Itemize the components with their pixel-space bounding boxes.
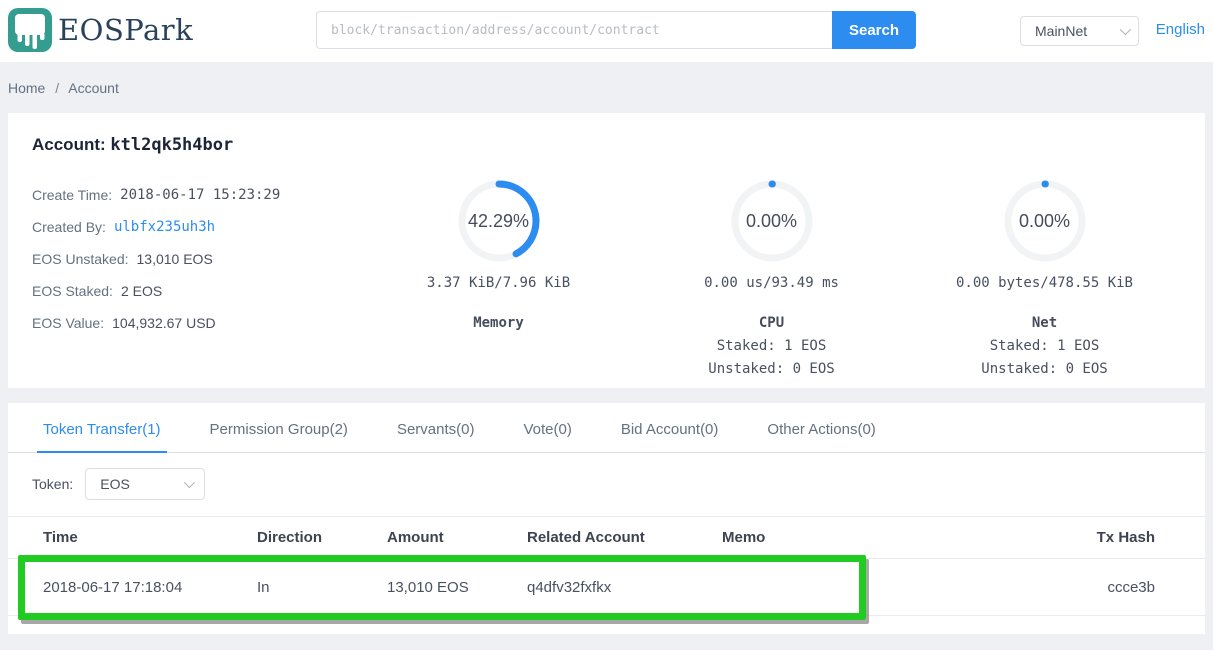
col-tx-hash: Tx Hash xyxy=(1035,516,1205,559)
tab-vote[interactable]: Vote(0) xyxy=(523,421,571,452)
net-percent: 0.00% xyxy=(1018,210,1071,231)
top-header: EOSPark Search MainNet English xyxy=(0,0,1213,62)
cell-direction: In xyxy=(233,558,363,616)
search-bar: Search xyxy=(316,11,916,49)
account-title: Account: ktl2qk5h4bor xyxy=(32,135,1181,155)
net-ring-icon: 0.00% xyxy=(1003,179,1087,263)
col-related-account: Related Account xyxy=(503,516,698,559)
memory-label: Memory xyxy=(473,315,524,331)
token-filter: Token: EOS xyxy=(8,453,1205,500)
eos-value-usd: 104,932.67 USD xyxy=(112,315,216,331)
network-select[interactable]: MainNet xyxy=(1020,16,1139,46)
cell-related-account-link[interactable]: q4dfv32fxfkx xyxy=(503,558,698,616)
token-filter-label: Token: xyxy=(32,476,74,492)
account-name: ktl2qk5h4bor xyxy=(110,135,234,155)
cpu-gauge: 0.00% 0.00 us/93.49 ms CPU Staked: 1 EOS… xyxy=(635,179,908,377)
cell-tx-hash-link[interactable]: ccce3b xyxy=(1035,558,1205,616)
table-header-row: Time Direction Amount Related Account Me… xyxy=(8,516,1205,559)
detail-eos-staked: EOS Staked: 2 EOS xyxy=(32,283,163,299)
memory-percent: 42.29% xyxy=(467,210,530,231)
net-label: Net xyxy=(1031,315,1058,331)
table-row: 2018-06-17 17:18:04 In 13,010 EOS q4dfv3… xyxy=(8,558,1205,616)
detail-eos-value: EOS Value: 104,932.67 USD xyxy=(32,315,216,331)
breadcrumb-separator: / xyxy=(55,80,60,96)
col-direction: Direction xyxy=(233,516,363,559)
create-time-value: 2018-06-17 15:23:29 xyxy=(120,187,281,203)
created-by-link[interactable]: ulbfx235uh3h xyxy=(114,219,215,235)
col-time: Time xyxy=(8,516,233,559)
account-details: Create Time: 2018-06-17 15:23:29 Created… xyxy=(32,179,362,377)
tab-bar: Token Transfer(1) Permission Group(2) Se… xyxy=(8,403,1205,453)
eos-unstaked-value: 13,010 EOS xyxy=(136,251,213,267)
cpu-unstaked: Unstaked: 0 EOS xyxy=(708,361,835,377)
cpu-staked: Staked: 1 EOS xyxy=(716,338,827,354)
account-actions-card: Token Transfer(1) Permission Group(2) Se… xyxy=(8,403,1205,634)
tab-permission-group[interactable]: Permission Group(2) xyxy=(210,421,348,452)
tab-token-transfer[interactable]: Token Transfer(1) xyxy=(37,421,167,453)
col-memo: Memo xyxy=(698,516,1035,559)
network-selected-value: MainNet xyxy=(1035,23,1088,39)
language-link[interactable]: English xyxy=(1156,21,1205,38)
token-selected-value: EOS xyxy=(100,476,130,492)
cpu-label: CPU xyxy=(758,315,785,331)
token-select[interactable]: EOS xyxy=(85,468,206,500)
cpu-ring-icon: 0.00% xyxy=(730,179,814,263)
search-input[interactable] xyxy=(316,11,832,49)
account-summary-card: Account: ktl2qk5h4bor Create Time: 2018-… xyxy=(8,113,1205,388)
brand-logo[interactable]: EOSPark xyxy=(8,8,193,52)
net-staked: Staked: 1 EOS xyxy=(989,338,1100,354)
resource-gauges: 42.29% 3.37 KiB/7.96 KiB Memory 0.00% 0.… xyxy=(362,179,1181,377)
detail-create-time: Create Time: 2018-06-17 15:23:29 xyxy=(32,187,281,203)
cpu-percent: 0.00% xyxy=(745,210,798,231)
breadcrumb: Home / Account xyxy=(0,62,1213,113)
search-button[interactable]: Search xyxy=(832,11,916,49)
cell-amount: 13,010 EOS xyxy=(363,558,503,616)
account-title-label: Account: xyxy=(32,135,106,154)
tab-bid-account[interactable]: Bid Account(0) xyxy=(621,421,719,452)
cell-time: 2018-06-17 17:18:04 xyxy=(8,558,233,616)
token-transfer-table: Time Direction Amount Related Account Me… xyxy=(8,516,1205,616)
detail-eos-unstaked: EOS Unstaked: 13,010 EOS xyxy=(32,251,213,267)
breadcrumb-home[interactable]: Home xyxy=(8,80,45,96)
cell-memo xyxy=(698,558,1035,616)
memory-gauge: 42.29% 3.37 KiB/7.96 KiB Memory xyxy=(362,179,635,377)
tab-other-actions[interactable]: Other Actions(0) xyxy=(767,421,875,452)
breadcrumb-current: Account xyxy=(68,80,119,96)
chevron-down-icon xyxy=(1119,23,1132,36)
chevron-down-icon xyxy=(184,476,196,489)
net-unstaked: Unstaked: 0 EOS xyxy=(981,361,1108,377)
brand-name: EOSPark xyxy=(58,13,194,47)
memory-usage: 3.37 KiB/7.96 KiB xyxy=(426,275,571,291)
memory-ring-icon: 42.29% xyxy=(457,179,541,263)
eos-staked-value: 2 EOS xyxy=(120,283,163,299)
tab-servants[interactable]: Servants(0) xyxy=(397,421,475,452)
detail-created-by: Created By: ulbfx235uh3h xyxy=(32,219,216,235)
net-usage: 0.00 bytes/478.55 KiB xyxy=(955,275,1133,291)
eospark-logo-icon xyxy=(8,8,52,52)
cpu-usage: 0.00 us/93.49 ms xyxy=(704,275,839,291)
col-amount: Amount xyxy=(363,516,503,559)
net-gauge: 0.00% 0.00 bytes/478.55 KiB Net Staked: … xyxy=(908,179,1181,377)
